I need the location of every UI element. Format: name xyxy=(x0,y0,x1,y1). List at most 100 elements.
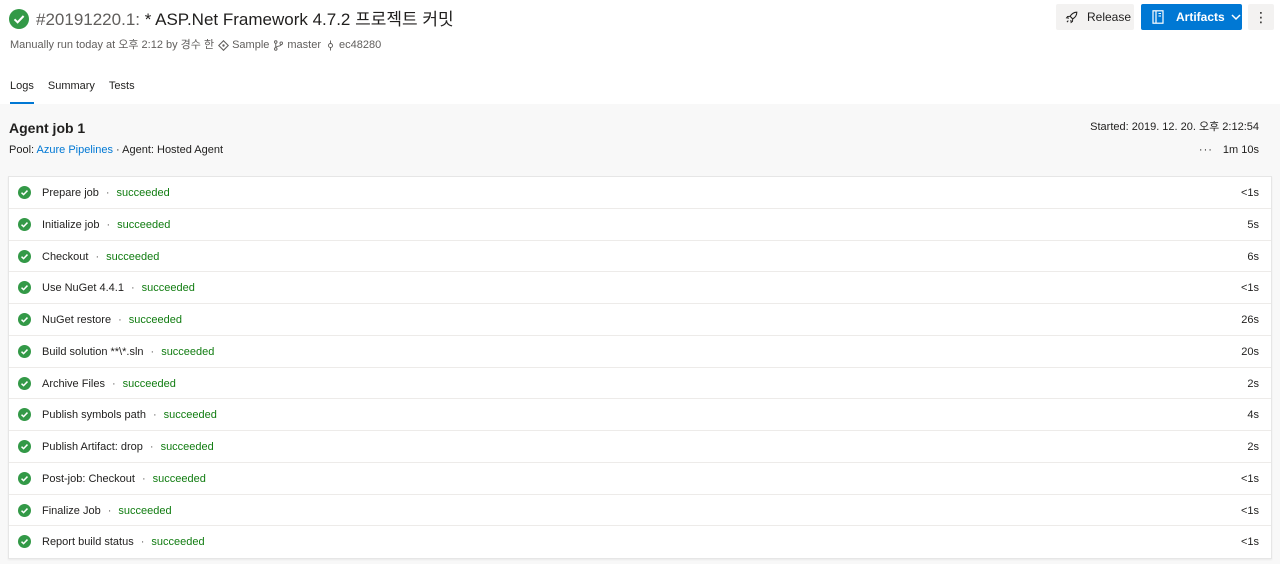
tab-logs[interactable]: Logs xyxy=(10,78,34,104)
chevron-down-icon xyxy=(1231,14,1241,21)
step-duration: 5s xyxy=(1247,218,1259,231)
tab-tests[interactable]: Tests xyxy=(109,78,135,94)
run-title: * ASP.Net Framework 4.7.2 프로젝트 커밋 xyxy=(140,10,454,29)
step-status: succeeded xyxy=(163,409,217,422)
success-icon xyxy=(18,186,31,199)
more-icon: ⋮ xyxy=(1254,8,1268,25)
artifacts-button[interactable]: Artifacts xyxy=(1141,4,1242,30)
step-separator: · xyxy=(111,377,116,390)
step-status: succeeded xyxy=(118,504,172,517)
step-row[interactable]: Prepare job · succeeded <1s xyxy=(9,177,1271,209)
branch-icon xyxy=(274,39,284,51)
step-name: Archive Files xyxy=(42,377,105,390)
run-id: #20191220.1: xyxy=(36,10,140,29)
commit-id[interactable]: ec48280 xyxy=(339,38,381,52)
step-row[interactable]: Use NuGet 4.4.1 · succeeded <1s xyxy=(9,272,1271,304)
step-separator: · xyxy=(152,409,157,422)
more-actions-button[interactable]: ⋮ xyxy=(1248,4,1274,30)
step-name: Checkout xyxy=(42,250,89,263)
step-name: Initialize job xyxy=(42,218,100,231)
branch-name[interactable]: master xyxy=(287,38,321,52)
step-duration: 26s xyxy=(1241,314,1259,326)
success-icon xyxy=(18,471,31,485)
step-row[interactable]: NuGet restore · succeeded 26s xyxy=(9,304,1271,336)
step-row[interactable]: Post-job: Checkout · succeeded <1s xyxy=(9,463,1271,495)
step-name: Finalize Job xyxy=(42,504,101,517)
step-status: succeeded xyxy=(160,441,214,453)
success-icon xyxy=(18,440,31,453)
steps-list: Prepare job · succeeded <1s Initialize job… xyxy=(8,176,1272,559)
repo-icon xyxy=(218,39,230,51)
step-duration: 6s xyxy=(1247,250,1259,263)
started-time: Started: 2019. 12. 20. 오후 2:12:54 xyxy=(1090,121,1259,133)
step-status: succeeded xyxy=(117,218,171,231)
step-row[interactable]: Finalize Job · succeeded <1s xyxy=(9,495,1271,527)
step-name: Use NuGet 4.4.1 xyxy=(42,282,124,295)
tab-summary[interactable]: Summary xyxy=(48,78,95,94)
artifact-icon xyxy=(1152,10,1164,24)
repo-name[interactable]: Sample xyxy=(232,38,269,52)
step-name: NuGet restore xyxy=(42,314,112,326)
step-label: Build solution **\*.sln · succeeded xyxy=(42,346,214,358)
step-duration: <1s xyxy=(1240,536,1259,549)
step-duration: 2s xyxy=(1247,441,1259,453)
step-row[interactable]: Build solution **\*.sln · succeeded 20s xyxy=(9,336,1271,368)
pool-prefix: Pool: xyxy=(9,144,37,156)
step-label: Publish Artifact: drop · succeeded xyxy=(42,441,214,453)
job-more-icon[interactable]: ··· xyxy=(1199,143,1213,157)
step-separator: · xyxy=(149,441,154,453)
step-duration: 20s xyxy=(1241,345,1259,358)
step-separator: · xyxy=(140,536,145,549)
step-separator: · xyxy=(107,504,112,517)
step-row[interactable]: Checkout · succeeded 6s xyxy=(9,241,1271,273)
step-label: NuGet restore · succeeded xyxy=(42,314,182,326)
step-separator: · xyxy=(130,282,135,295)
step-label: Prepare job · succeeded xyxy=(42,187,170,199)
artifacts-label: Artifacts xyxy=(1176,10,1225,24)
step-row[interactable]: Archive Files · succeeded 2s xyxy=(9,368,1271,400)
page-title: #20191220.1: * ASP.Net Framework 4.7.2 프… xyxy=(36,8,454,32)
step-status: succeeded xyxy=(128,314,182,326)
check-circle-icon xyxy=(9,9,29,29)
step-name: Build solution **\*.sln xyxy=(42,345,144,358)
step-label: Initialize job · succeeded xyxy=(42,219,170,231)
step-row[interactable]: Report build status · succeeded <1s xyxy=(9,526,1271,558)
success-icon xyxy=(18,281,31,295)
step-name: Publish Artifact: drop xyxy=(42,441,143,453)
step-name: Report build status xyxy=(42,536,134,549)
rocket-icon xyxy=(1065,11,1078,24)
commit-icon xyxy=(328,39,333,51)
step-separator: · xyxy=(118,314,122,326)
release-button[interactable]: Release xyxy=(1056,4,1134,30)
step-label: Archive Files · succeeded xyxy=(42,378,176,390)
step-row[interactable]: Publish Artifact: drop · succeeded 2s xyxy=(9,431,1271,463)
pool-info: Pool: Azure Pipelines · Agent: Hosted Ag… xyxy=(9,143,223,157)
success-icon xyxy=(18,344,31,358)
job-duration-line: ··· 1m 10s xyxy=(1199,143,1259,157)
pool-link[interactable]: Azure Pipelines xyxy=(37,144,113,156)
job-content: Agent job 1 Pool: Azure Pipelines · Agen… xyxy=(0,104,1280,564)
step-name: Post-job: Checkout xyxy=(42,472,135,485)
step-label: Use NuGet 4.4.1 · succeeded xyxy=(42,282,195,294)
step-label: Publish symbols path · succeeded xyxy=(42,409,217,421)
step-duration: 4s xyxy=(1247,409,1259,422)
step-status: succeeded xyxy=(161,345,215,358)
step-separator: · xyxy=(95,250,100,263)
step-separator: · xyxy=(105,187,110,199)
release-label: Release xyxy=(1087,10,1132,24)
run-info: Manually run today at 오후 2:12 by 경수 한 xyxy=(10,39,215,51)
step-status: succeeded xyxy=(122,377,176,390)
step-separator: · xyxy=(141,472,146,485)
step-label: Post-job: Checkout · succeeded xyxy=(42,473,206,485)
tab-bar: Logs Summary Tests xyxy=(10,78,149,104)
success-icon xyxy=(18,313,31,326)
job-duration: 1m 10s xyxy=(1222,144,1259,156)
step-label: Checkout · succeeded xyxy=(42,251,159,263)
build-header: #20191220.1: * ASP.Net Framework 4.7.2 프… xyxy=(0,0,1280,104)
step-row[interactable]: Publish symbols path · succeeded 4s xyxy=(9,399,1271,431)
step-duration: <1s xyxy=(1240,472,1259,485)
success-icon xyxy=(18,408,31,422)
step-row[interactable]: Initialize job · succeeded 5s xyxy=(9,209,1271,241)
success-icon xyxy=(18,217,31,231)
success-icon xyxy=(18,249,31,263)
